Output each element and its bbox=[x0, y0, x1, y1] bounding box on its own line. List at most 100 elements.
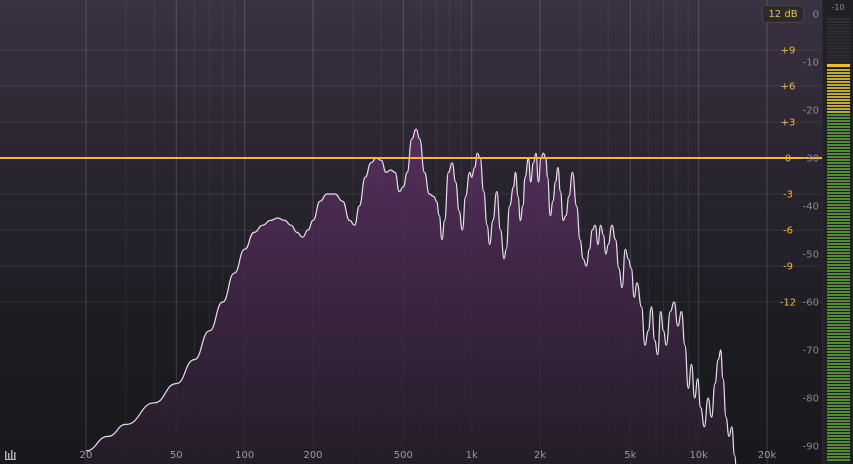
gain-label: +3 bbox=[781, 118, 796, 129]
meter-segment-lit bbox=[827, 285, 850, 287]
meter-segment-lit bbox=[827, 282, 850, 284]
meter-segment-lit bbox=[827, 144, 850, 146]
meter-segment-lit bbox=[827, 396, 850, 398]
meter-segment-lit bbox=[827, 339, 850, 341]
meter-segment-lit bbox=[827, 222, 850, 224]
meter-segment-lit bbox=[827, 168, 850, 170]
meter-segment-lit bbox=[827, 252, 850, 254]
meter-segment bbox=[827, 24, 850, 26]
meter-segment-lit bbox=[827, 240, 850, 242]
meter-segment-lit bbox=[827, 249, 850, 251]
meter-segment-lit bbox=[827, 204, 850, 206]
meter-scale-label: -10 bbox=[831, 3, 844, 12]
gain-label: +6 bbox=[781, 82, 796, 93]
display-range-button[interactable]: 12 dB bbox=[762, 5, 804, 23]
meter-segment-lit bbox=[827, 105, 850, 107]
meter-segment bbox=[827, 51, 850, 53]
meter-segment-lit bbox=[827, 243, 850, 245]
meter-segment-lit bbox=[827, 279, 850, 281]
meter-segment-lit bbox=[827, 363, 850, 365]
meter-segment-lit bbox=[827, 234, 850, 236]
meter-segment bbox=[827, 33, 850, 35]
meter-segment-lit bbox=[827, 150, 850, 152]
gain-label: +9 bbox=[781, 46, 796, 57]
meter-segment-lit bbox=[827, 411, 850, 413]
meter-segment-lit bbox=[827, 333, 850, 335]
meter-segment-lit bbox=[827, 246, 850, 248]
frequency-label: 1k bbox=[466, 450, 478, 461]
meter-segment-lit bbox=[827, 138, 850, 140]
meter-segment-lit bbox=[827, 72, 850, 74]
spectrum-display[interactable]: 20 50 100 200 500 1k 2k 5k 10k 20k +9+6+30-3-6-9-… bbox=[0, 0, 822, 464]
meter-segment-lit bbox=[827, 318, 850, 320]
meter-segment-lit bbox=[827, 321, 850, 323]
meter-segment-lit bbox=[827, 87, 850, 89]
meter-segment-lit bbox=[827, 201, 850, 203]
meter-segment bbox=[827, 54, 850, 56]
meter-segment-lit bbox=[827, 384, 850, 386]
meter-segment bbox=[827, 60, 850, 62]
level-label: -40 bbox=[803, 202, 819, 213]
meter-segment-lit bbox=[827, 174, 850, 176]
meter-segment-lit bbox=[827, 441, 850, 443]
meter-segment-lit bbox=[827, 408, 850, 410]
meter-segment-lit bbox=[827, 165, 850, 167]
meter-segment-lit bbox=[827, 102, 850, 104]
meter-segment-lit bbox=[827, 444, 850, 446]
meter-segment-lit bbox=[827, 432, 850, 434]
meter-segment-lit bbox=[827, 315, 850, 317]
meter-segment-lit bbox=[827, 387, 850, 389]
meter-active-segments bbox=[827, 69, 850, 461]
meter-segment-lit bbox=[827, 183, 850, 185]
meter-segment-lit bbox=[827, 270, 850, 272]
meter-segment-lit bbox=[827, 348, 850, 350]
meter-segment bbox=[827, 39, 850, 41]
meter-segment-lit bbox=[827, 372, 850, 374]
frequency-label: 2k bbox=[534, 450, 546, 461]
meter-segment-lit bbox=[827, 420, 850, 422]
frequency-label: 5k bbox=[624, 450, 636, 461]
meter-segment bbox=[827, 27, 850, 29]
meter-segment-lit bbox=[827, 195, 850, 197]
meter-segment-lit bbox=[827, 360, 850, 362]
meter-segment-lit bbox=[827, 177, 850, 179]
meter-segment-lit bbox=[827, 96, 850, 98]
meter-segment bbox=[827, 18, 850, 20]
meter-segment-lit bbox=[827, 393, 850, 395]
meter-segment-lit bbox=[827, 75, 850, 77]
meter-segment-lit bbox=[827, 288, 850, 290]
meter-segment-lit bbox=[827, 450, 850, 452]
meter-segment-lit bbox=[827, 156, 850, 158]
output-level-meter: -10 bbox=[822, 0, 853, 464]
meter-segment-lit bbox=[827, 162, 850, 164]
meter-segment-lit bbox=[827, 417, 850, 419]
meter-segment-lit bbox=[827, 381, 850, 383]
level-label: -50 bbox=[803, 250, 819, 261]
meter-segment-lit bbox=[827, 117, 850, 119]
meter-segment-lit bbox=[827, 303, 850, 305]
meter-segment-lit bbox=[827, 429, 850, 431]
meter-segment-lit bbox=[827, 435, 850, 437]
level-label: -30 bbox=[803, 154, 819, 165]
meter-segment-lit bbox=[827, 120, 850, 122]
meter-segment-lit bbox=[827, 273, 850, 275]
frequency-label: 20 bbox=[80, 450, 93, 461]
meter-segment-lit bbox=[827, 294, 850, 296]
meter-segment-lit bbox=[827, 426, 850, 428]
meter-segment-lit bbox=[827, 114, 850, 116]
meter-segment-lit bbox=[827, 354, 850, 356]
meter-segment-lit bbox=[827, 147, 850, 149]
meter-segment-lit bbox=[827, 342, 850, 344]
meter-segment-lit bbox=[827, 84, 850, 86]
level-label: -60 bbox=[803, 298, 819, 309]
meter-segment-lit bbox=[827, 93, 850, 95]
meter-segment-lit bbox=[827, 309, 850, 311]
meter-bars-icon[interactable] bbox=[5, 449, 17, 460]
meter-segment-lit bbox=[827, 351, 850, 353]
meter-segment-lit bbox=[827, 132, 850, 134]
meter-segment-lit bbox=[827, 198, 850, 200]
meter-segment-lit bbox=[827, 231, 850, 233]
meter-segment-lit bbox=[827, 297, 850, 299]
meter-segment-lit bbox=[827, 186, 850, 188]
meter-segment-lit bbox=[827, 357, 850, 359]
